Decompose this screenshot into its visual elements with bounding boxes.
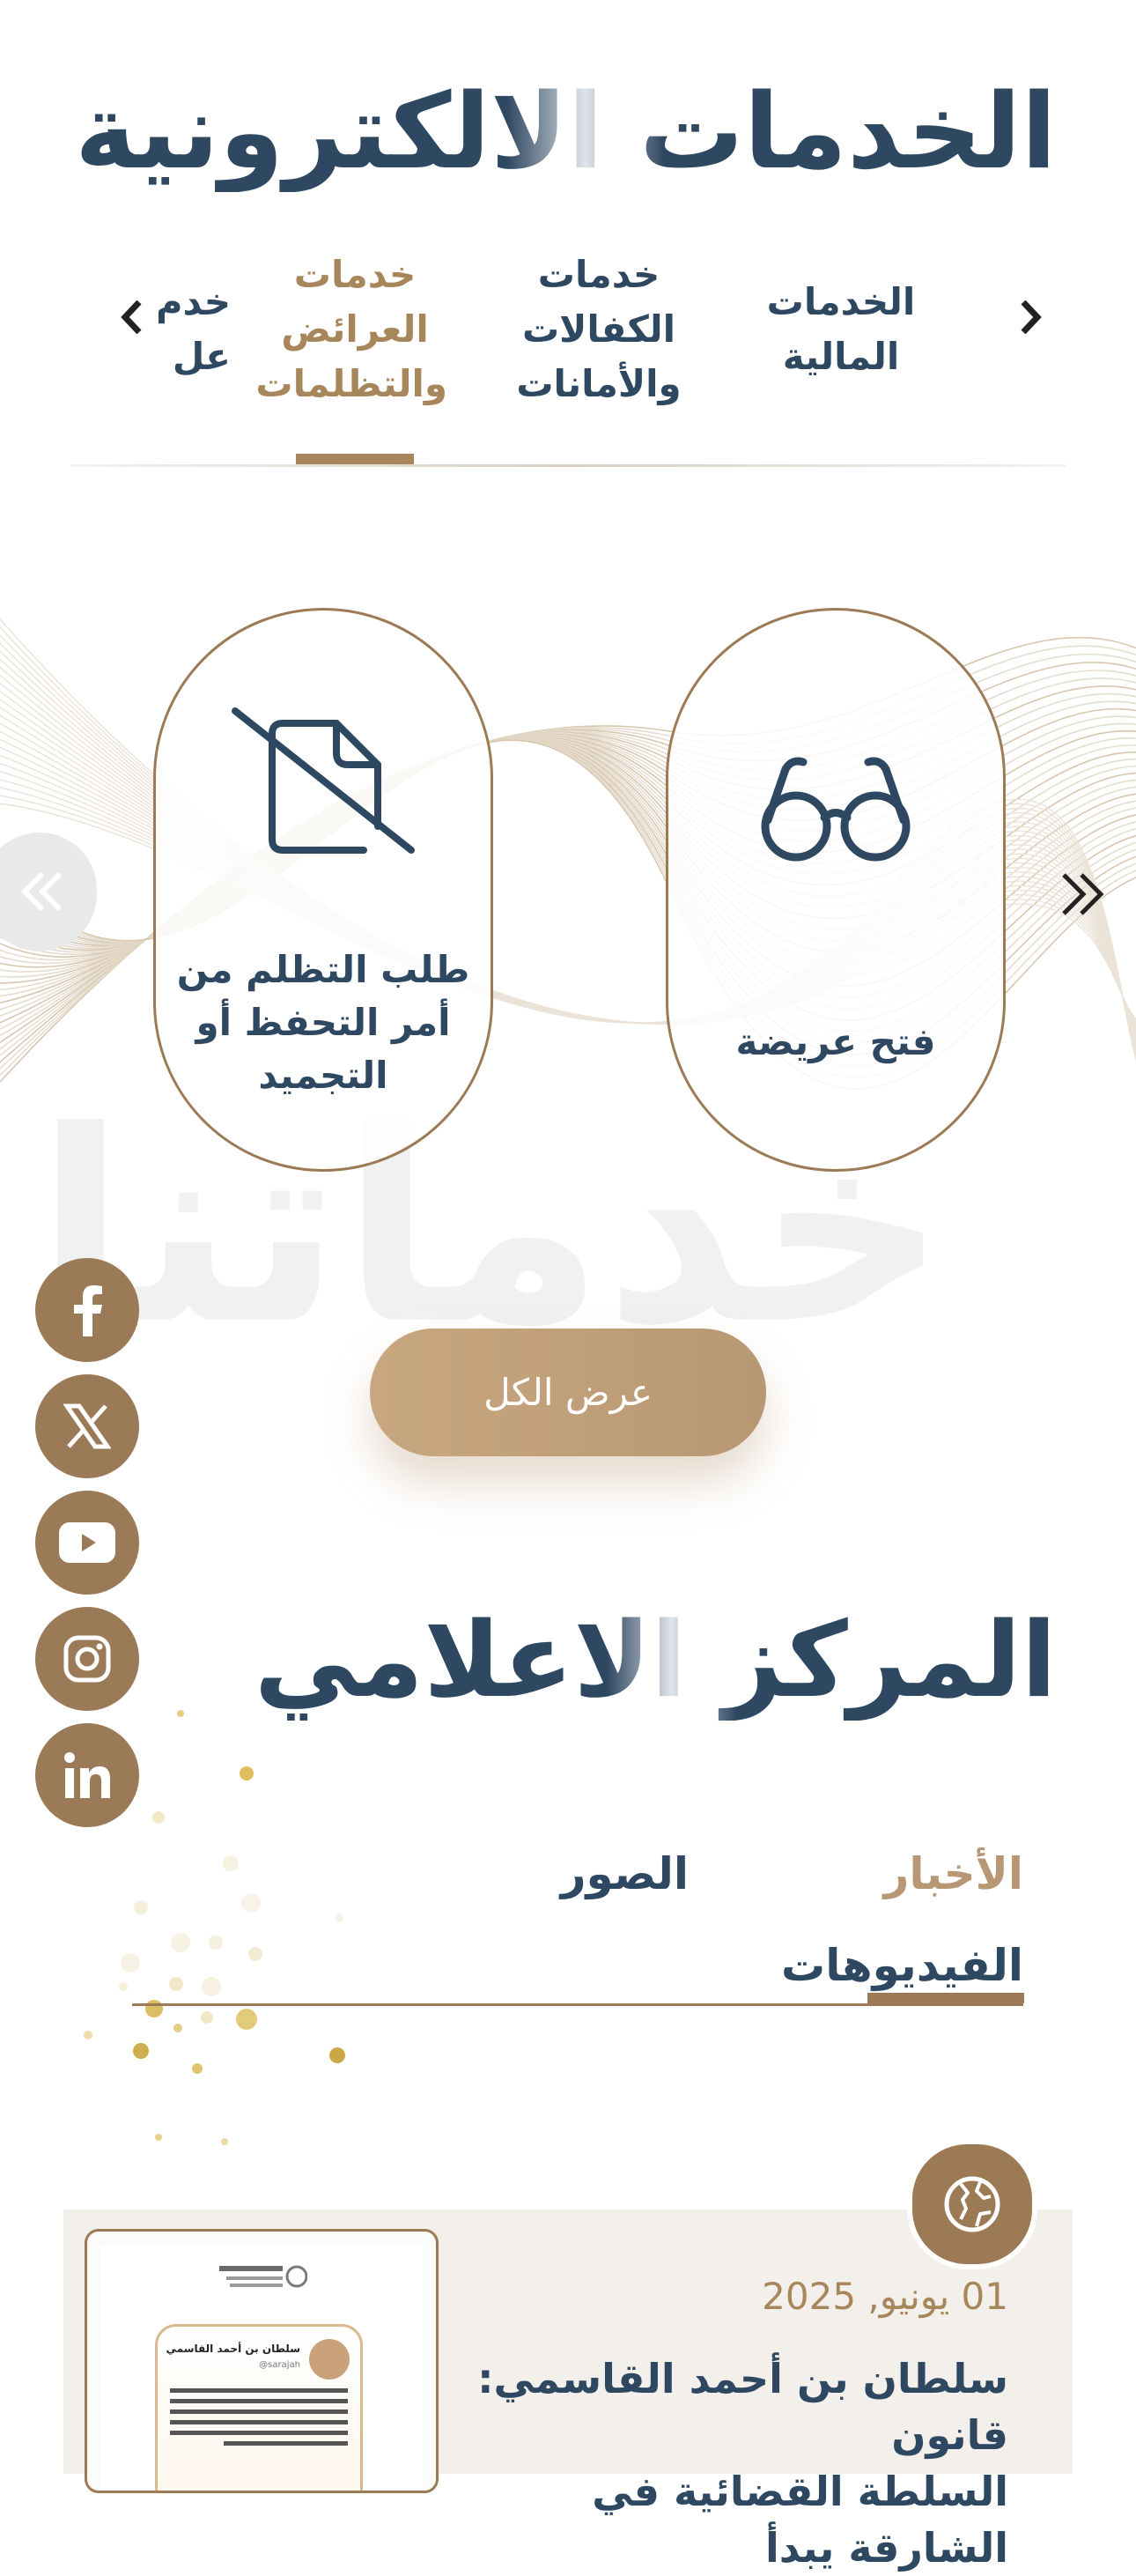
gold-dot — [173, 2024, 182, 2032]
media-center-title: المركز الاعلامي — [254, 1599, 1057, 1721]
view-all-button[interactable]: عرض الكل — [370, 1329, 766, 1456]
tab-label-line: خدم — [159, 280, 231, 323]
government-logo-icon — [219, 2265, 307, 2288]
glasses-icon — [761, 757, 911, 862]
tab-label-line: والتظلمات — [255, 362, 447, 405]
gold-dot — [192, 2063, 203, 2074]
tab-label-line: خدمات — [537, 253, 660, 296]
tab-label-line: الخدمات — [766, 280, 916, 323]
tweet-account-name: سلطان بن أحمد القاسمي — [166, 2343, 300, 2355]
gold-dot — [201, 2011, 213, 2024]
facebook-icon — [74, 1285, 102, 1336]
linkedin-link[interactable] — [35, 1723, 139, 1827]
linkedin-icon — [64, 1752, 110, 1798]
gold-dot — [134, 1900, 148, 1914]
tab-financial-services[interactable]: الخدمات المالية — [757, 275, 925, 384]
gold-dot — [145, 2000, 163, 2017]
service-card-grievance-freeze[interactable]: طلب التظلم من أمر التحفظ أو التجميد — [153, 608, 493, 1172]
file-off-icon — [232, 707, 415, 854]
services-title: الخدمات الالكترونية — [74, 70, 1057, 192]
gold-dot — [121, 1953, 140, 1973]
tab-label-line: والأمانات — [516, 362, 682, 405]
tab-label-line: خدمات — [293, 253, 417, 296]
media-active-tab-indicator — [867, 1993, 1024, 2003]
tweet-handle: @sarajah — [259, 2360, 300, 2370]
active-tab-indicator — [296, 454, 414, 464]
card-label: فتح عريضة — [735, 1020, 936, 1063]
gold-dot — [177, 1710, 184, 1717]
tab-petitions-grievances[interactable]: خدمات العرائض والتظلمات — [255, 248, 447, 411]
tabs-next-arrow[interactable] — [114, 295, 150, 339]
gold-dot — [221, 2138, 228, 2145]
tweet-card: سلطان بن أحمد القاسمي @sarajah — [155, 2324, 363, 2491]
tab-label-line: الكفالات — [521, 307, 676, 351]
news-title-line: السلطة القضائية في الشارقة يبدأ — [592, 2468, 1008, 2572]
gold-dot — [236, 2009, 257, 2030]
gold-dot — [223, 1855, 239, 1871]
tab-photos[interactable]: الصور — [561, 1848, 689, 1899]
tab-bail-deposits[interactable]: خدمات الكفالات والأمانات — [506, 248, 691, 411]
gold-dot — [152, 1811, 165, 1824]
card-label: أمر التحفظ أو — [195, 1001, 451, 1044]
gold-dot — [329, 2047, 345, 2063]
double-chevron-right-icon — [1062, 873, 1104, 915]
tab-partial-next[interactable]: خدم عل — [159, 275, 231, 384]
news-thumbnail[interactable]: سلطان بن أحمد القاسمي @sarajah — [85, 2229, 439, 2493]
news-category-badge — [907, 2139, 1037, 2269]
gold-dot — [84, 2031, 92, 2039]
gold-dot — [133, 2043, 149, 2059]
service-card-open-petition[interactable]: فتح عريضة — [666, 608, 1006, 1172]
x-icon — [63, 1403, 111, 1449]
news-date: 01 يونيو, 2025 — [762, 2275, 1008, 2318]
card-label: التجميد — [258, 1054, 388, 1097]
gold-dot — [202, 1977, 221, 1996]
card-label: طلب التظلم من — [176, 948, 470, 991]
double-chevron-left-icon — [20, 871, 63, 912]
tab-label-line: عل — [172, 335, 231, 378]
instagram-link[interactable] — [35, 1607, 139, 1711]
facebook-link[interactable] — [35, 1258, 139, 1362]
tweet-text-lines — [170, 2388, 348, 2452]
tab-label-line: المالية — [782, 335, 900, 378]
gold-dot — [335, 1913, 343, 1922]
carousel-next-button[interactable] — [1057, 868, 1110, 921]
gold-dot — [241, 1893, 261, 1913]
avatar — [309, 2339, 350, 2380]
tab-news[interactable]: الأخبار — [884, 1848, 1023, 1899]
gold-dot — [119, 1982, 128, 1991]
gold-dot — [240, 1766, 254, 1780]
thumbnail-inner: سلطان بن أحمد القاسمي @sarajah — [100, 2245, 423, 2491]
tab-label-line: العرائض — [281, 307, 429, 351]
gold-dot — [209, 1936, 223, 1950]
gold-dot — [171, 1933, 190, 1952]
youtube-link[interactable] — [35, 1491, 139, 1595]
tab-videos[interactable]: الفيديوهات — [781, 1940, 1023, 1991]
news-title-line: سلطان بن أحمد القاسمي: قانون — [477, 2355, 1008, 2459]
gold-dot — [169, 1977, 183, 1991]
gold-dot — [248, 1947, 262, 1961]
tabs-divider — [70, 464, 1066, 467]
tabs-prev-arrow[interactable] — [1013, 295, 1048, 339]
instagram-icon — [63, 1635, 111, 1683]
globe-icon — [944, 2176, 1000, 2232]
youtube-icon — [59, 1522, 115, 1563]
x-link[interactable] — [35, 1374, 139, 1478]
media-tabs-divider — [132, 2003, 1023, 2006]
news-title[interactable]: سلطان بن أحمد القاسمي: قانون السلطة القض… — [445, 2350, 1008, 2576]
gold-dot — [155, 2134, 162, 2141]
